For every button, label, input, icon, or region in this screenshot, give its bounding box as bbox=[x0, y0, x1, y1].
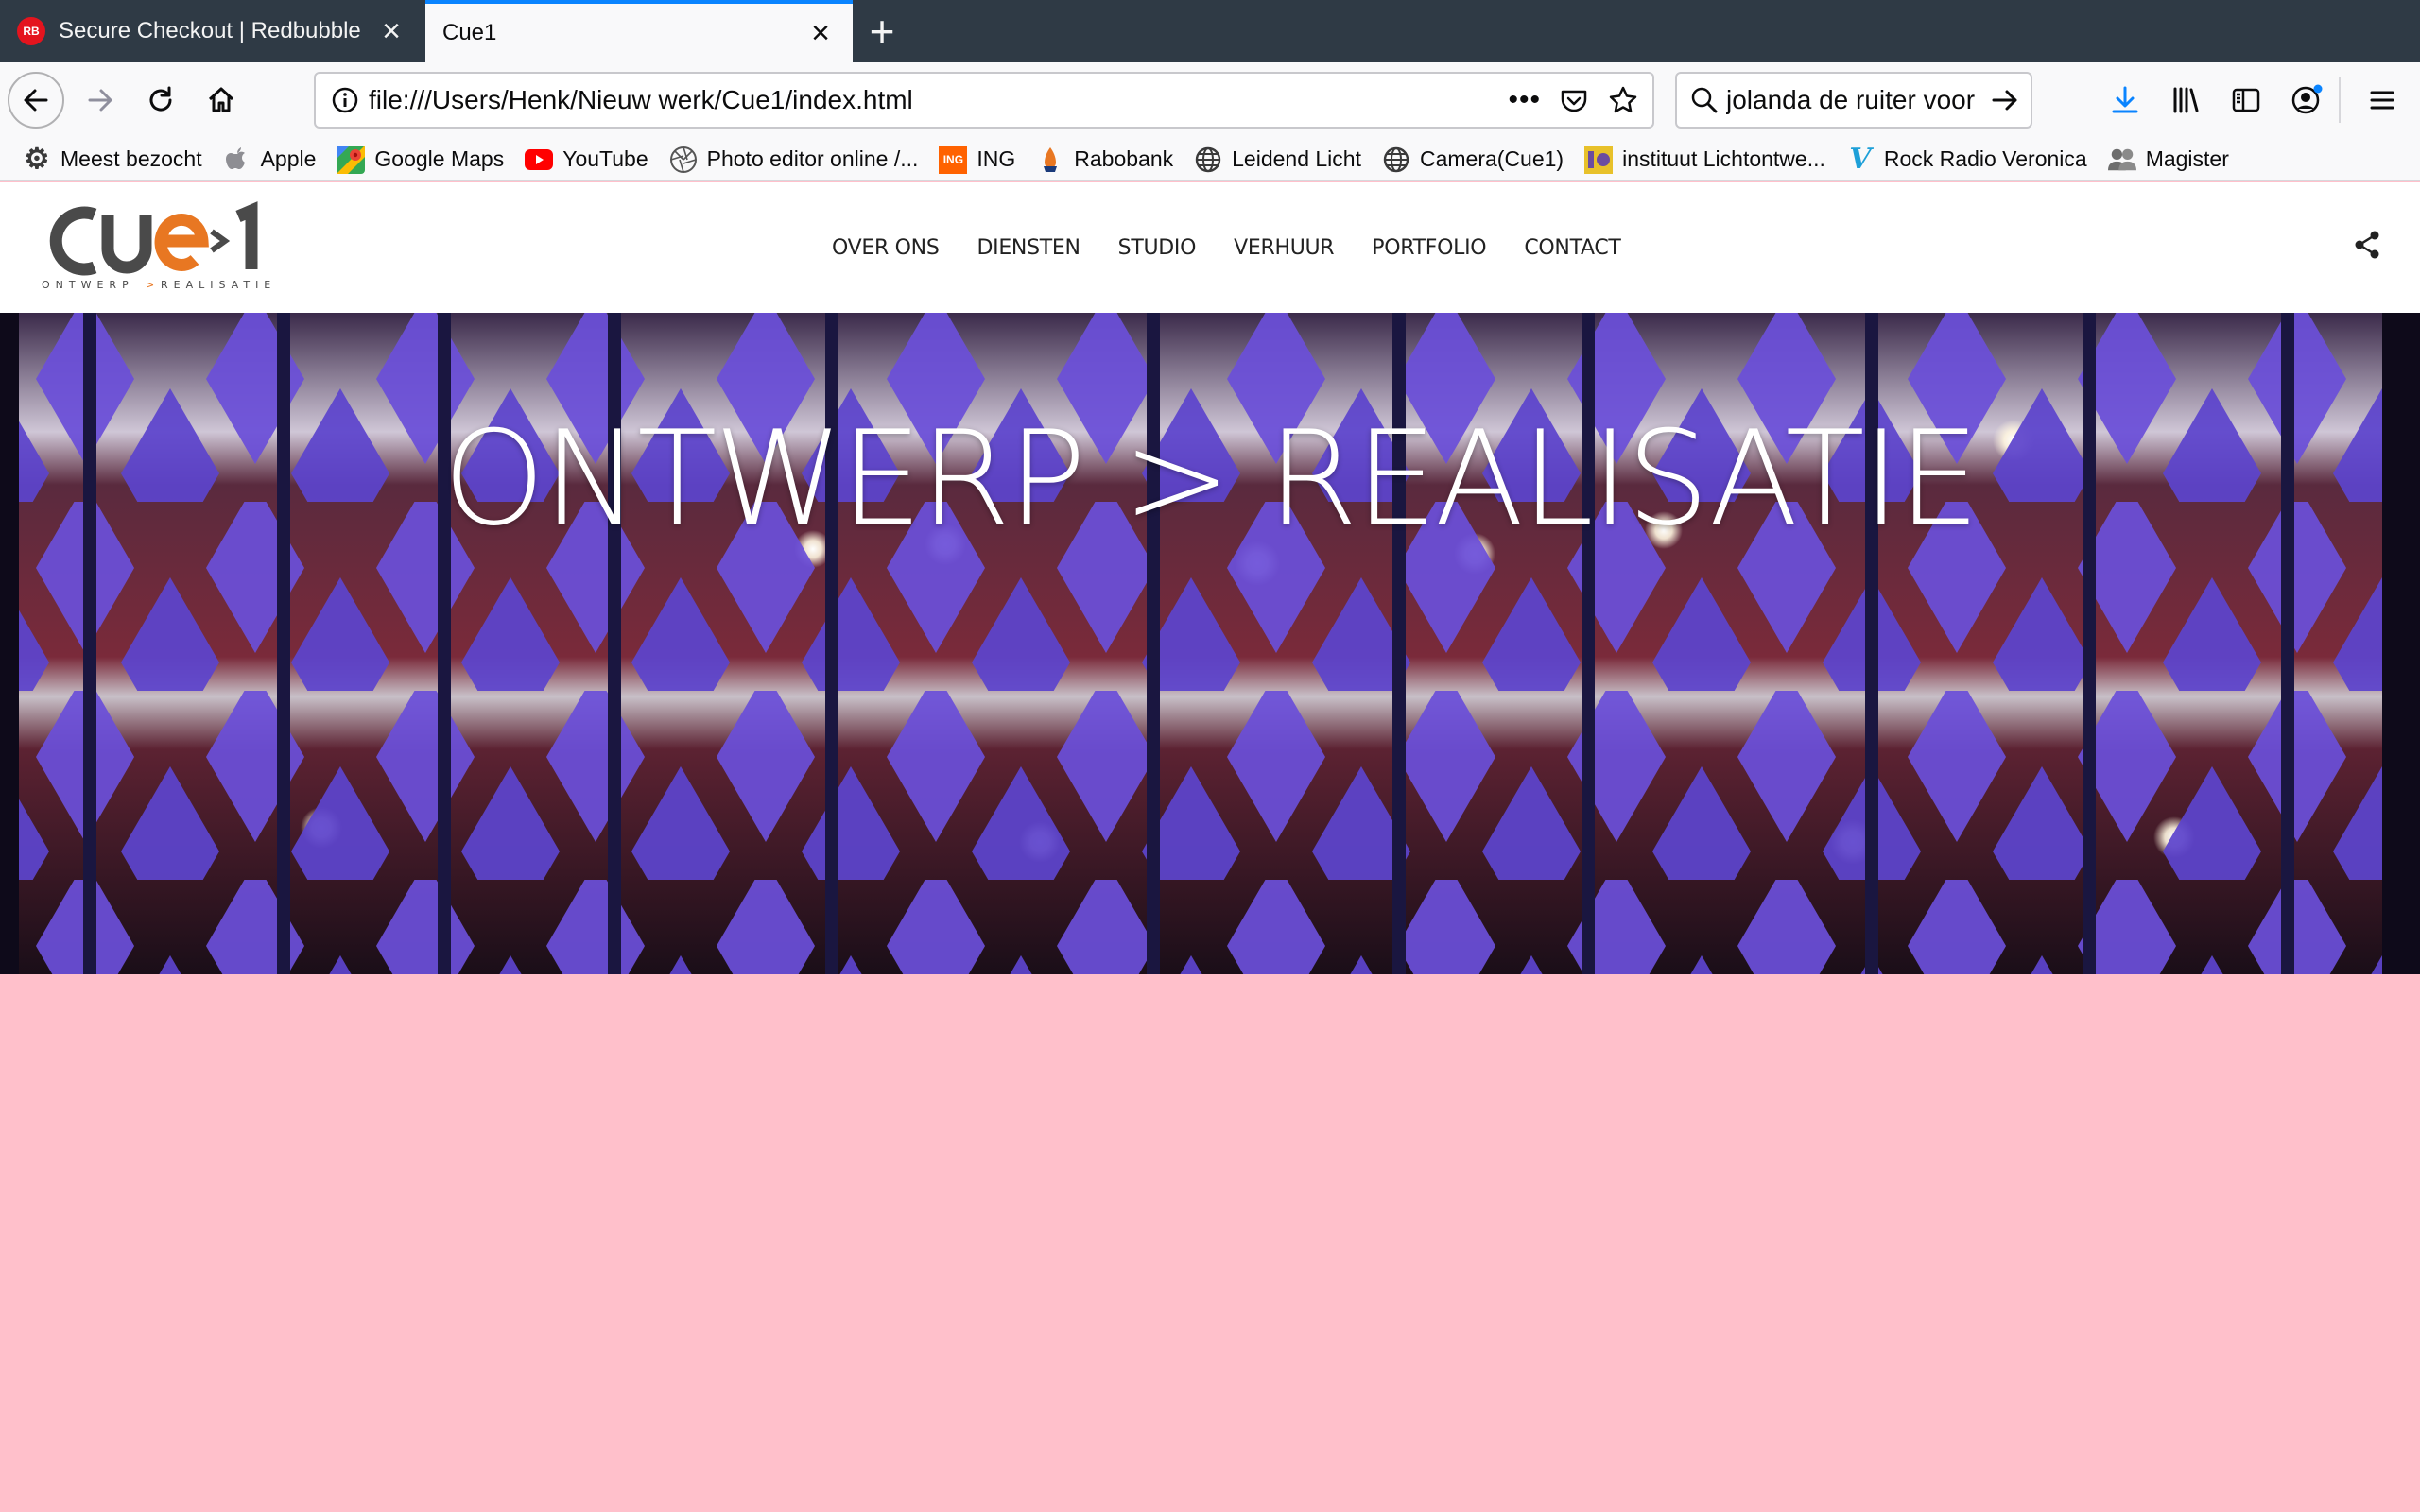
bookmark-label: Apple bbox=[260, 146, 317, 171]
apple-icon bbox=[223, 146, 251, 174]
gear-icon: ⚙ bbox=[24, 144, 50, 175]
bookmark-label: Camera(Cue1) bbox=[1419, 146, 1564, 171]
hero-banner: ONTWERP > REALISATIE bbox=[0, 313, 2420, 974]
ilo-icon bbox=[1584, 145, 1614, 174]
bookmark-label: Leidend Licht bbox=[1232, 146, 1361, 171]
search-bar[interactable]: jolanda de ruiter voor bbox=[1675, 72, 2032, 129]
maps-icon bbox=[337, 145, 366, 174]
nav-contact[interactable]: CONTACT bbox=[1524, 236, 1621, 260]
nav-verhuur[interactable]: VERHUUR bbox=[1234, 236, 1334, 260]
search-icon bbox=[1691, 87, 1718, 113]
youtube-icon bbox=[525, 146, 554, 174]
search-input[interactable]: jolanda de ruiter voor bbox=[1726, 85, 1989, 115]
info-icon[interactable] bbox=[329, 84, 361, 116]
bookmark-rabobank[interactable]: Rabobank bbox=[1036, 146, 1173, 174]
hamburger-menu-icon bbox=[2370, 91, 2394, 110]
pocket-icon[interactable] bbox=[1558, 84, 1590, 116]
downloads-button[interactable] bbox=[2097, 72, 2153, 129]
account-icon bbox=[2291, 84, 2323, 114]
bookmark-instituut-lichtontwerp[interactable]: instituut Lichtontwe... bbox=[1584, 145, 1825, 174]
back-arrow-icon bbox=[24, 89, 48, 112]
tab-title: Cue1 bbox=[442, 20, 497, 45]
bookmark-label: Rock Radio Veronica bbox=[1883, 146, 2087, 171]
back-button[interactable] bbox=[8, 72, 64, 129]
cue1-logo[interactable]: ONTWERP > REALISATIE bbox=[40, 201, 276, 292]
tab-cue1[interactable]: Cue1 × bbox=[425, 0, 853, 62]
url-bar[interactable]: file:///Users/Henk/Nieuw werk/Cue1/index… bbox=[314, 72, 1654, 129]
rabobank-icon bbox=[1036, 146, 1064, 174]
svg-text:REALISATIE: REALISATIE bbox=[161, 279, 276, 291]
page-actions-icon[interactable]: ••• bbox=[1508, 84, 1541, 116]
bookmark-star-icon[interactable] bbox=[1607, 84, 1639, 116]
menu-button[interactable] bbox=[2354, 72, 2411, 129]
veronica-icon: V bbox=[1849, 143, 1872, 176]
nav-over-ons[interactable]: OVER ONS bbox=[832, 236, 940, 260]
page-content-area bbox=[0, 974, 2420, 1512]
reload-icon bbox=[149, 86, 172, 112]
aperture-icon bbox=[669, 146, 698, 174]
bookmark-meest-bezocht[interactable]: ⚙ Meest bezocht bbox=[23, 144, 202, 175]
bookmark-magister[interactable]: Magister bbox=[2107, 146, 2229, 174]
url-text[interactable]: file:///Users/Henk/Nieuw werk/Cue1/index… bbox=[369, 85, 1508, 115]
bookmark-photo-editor[interactable]: Photo editor online /... bbox=[669, 146, 919, 174]
toolbar-divider bbox=[2339, 77, 2341, 123]
download-icon bbox=[2112, 86, 2138, 113]
bookmark-leidend-licht[interactable]: Leidend Licht bbox=[1194, 146, 1361, 174]
globe-icon bbox=[1382, 146, 1410, 174]
nav-portfolio[interactable]: PORTFOLIO bbox=[1372, 236, 1486, 260]
tab-bar: RB Secure Checkout | Redbubble × Cue1 × … bbox=[0, 0, 2420, 62]
svg-text:ONTWERP: ONTWERP bbox=[42, 279, 134, 291]
close-icon[interactable]: × bbox=[802, 14, 839, 52]
globe-icon bbox=[1194, 146, 1222, 174]
close-icon[interactable]: × bbox=[372, 12, 410, 50]
ing-icon: ING bbox=[939, 145, 968, 174]
bookmark-rock-radio-veronica[interactable]: V Rock Radio Veronica bbox=[1846, 143, 2087, 176]
main-navigation: OVER ONS DIENSTEN STUDIO VERHUUR PORTFOL… bbox=[813, 182, 1640, 313]
hero-title: ONTWERP > REALISATIE bbox=[442, 403, 1979, 555]
sidebar-button[interactable] bbox=[2218, 72, 2274, 129]
people-icon bbox=[2107, 146, 2136, 174]
bookmark-google-maps[interactable]: Google Maps bbox=[337, 145, 505, 174]
tab-redbubble[interactable]: RB Secure Checkout | Redbubble × bbox=[0, 0, 424, 62]
forward-arrow-icon bbox=[88, 89, 112, 112]
new-tab-button[interactable]: + bbox=[858, 8, 906, 55]
bookmark-label: Magister bbox=[2145, 146, 2229, 171]
go-arrow-icon[interactable] bbox=[1989, 84, 2021, 116]
svg-text:>: > bbox=[146, 279, 154, 291]
tab-title: Secure Checkout | Redbubble bbox=[59, 18, 361, 43]
site-header: ONTWERP > REALISATIE OVER ONS DIENSTEN S… bbox=[0, 182, 2420, 313]
redbubble-icon: RB bbox=[17, 17, 45, 45]
bookmark-label: Photo editor online /... bbox=[706, 146, 919, 171]
bookmark-label: YouTube bbox=[562, 146, 648, 171]
sidebar-icon bbox=[2232, 88, 2260, 112]
nav-studio[interactable]: STUDIO bbox=[1118, 236, 1197, 260]
nav-diensten[interactable]: DIENSTEN bbox=[977, 236, 1080, 260]
reload-button[interactable] bbox=[132, 72, 189, 129]
bookmarks-toolbar: ⚙ Meest bezocht Apple Google Maps YouTub… bbox=[0, 138, 2420, 181]
forward-button[interactable] bbox=[72, 72, 129, 129]
navigation-toolbar: file:///Users/Henk/Nieuw werk/Cue1/index… bbox=[0, 62, 2420, 138]
bookmark-camera-cue1[interactable]: Camera(Cue1) bbox=[1382, 146, 1564, 174]
bookmark-apple[interactable]: Apple bbox=[223, 146, 317, 174]
home-icon bbox=[208, 87, 234, 112]
bookmark-label: Meest bezocht bbox=[60, 146, 202, 171]
bookmark-label: instituut Lichtontwe... bbox=[1622, 146, 1825, 171]
share-icon[interactable] bbox=[2348, 226, 2386, 264]
library-icon bbox=[2173, 87, 2199, 113]
bookmark-label: ING bbox=[977, 146, 1016, 171]
bookmark-label: Google Maps bbox=[374, 146, 505, 171]
bookmark-ing[interactable]: ING ING bbox=[939, 145, 1016, 174]
bookmark-youtube[interactable]: YouTube bbox=[525, 146, 648, 174]
home-button[interactable] bbox=[193, 72, 250, 129]
library-button[interactable] bbox=[2157, 72, 2214, 129]
bookmark-label: Rabobank bbox=[1074, 146, 1174, 171]
account-button[interactable] bbox=[2278, 72, 2335, 129]
